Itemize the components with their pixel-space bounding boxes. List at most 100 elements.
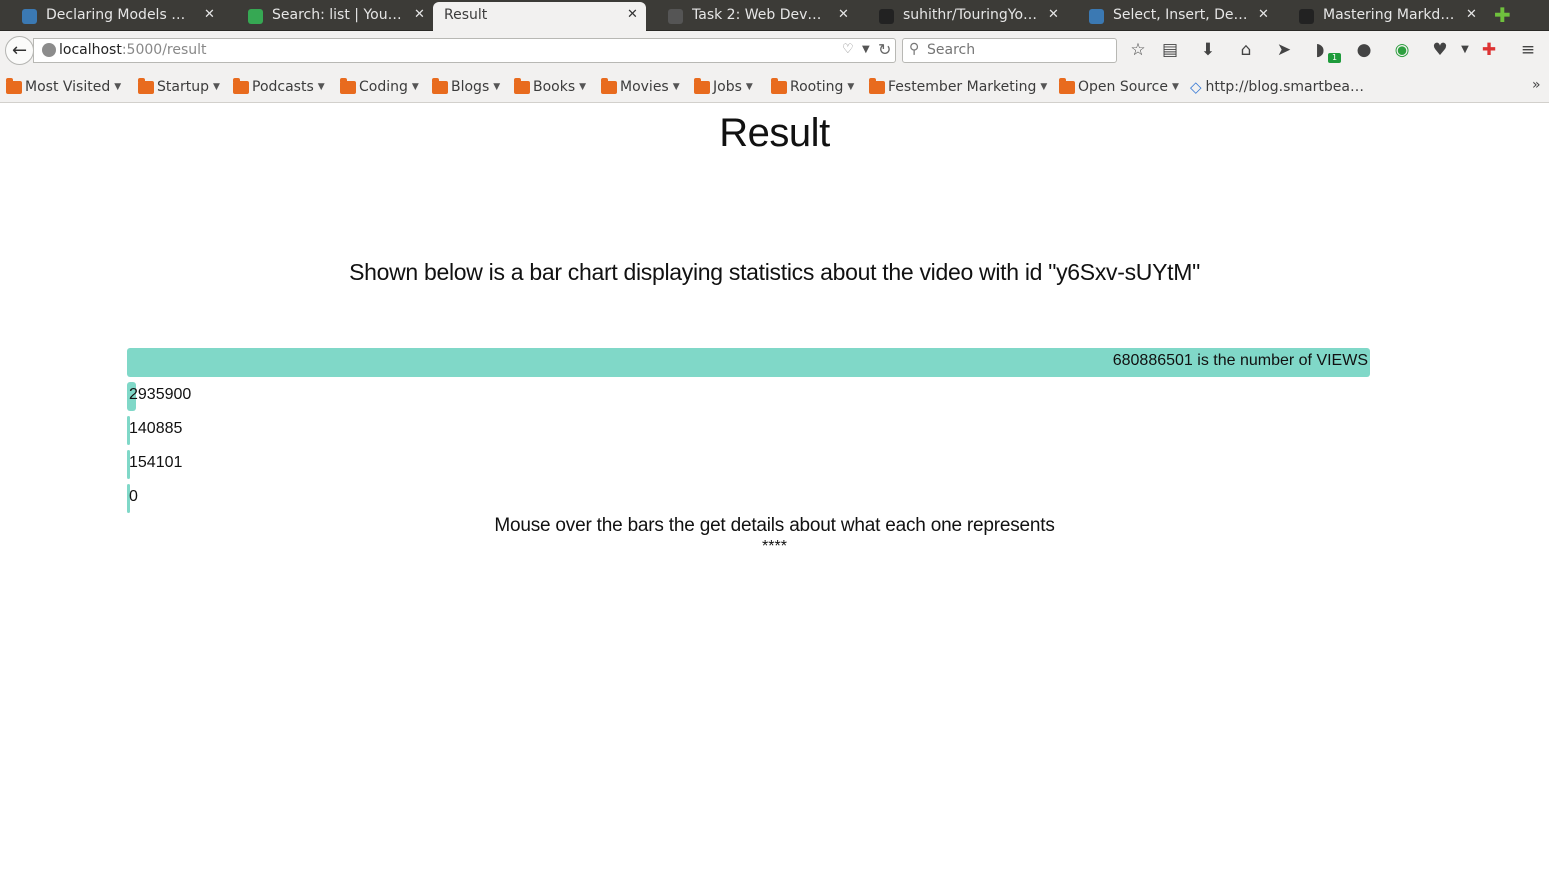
menu-icon[interactable]: ≡: [1518, 40, 1538, 60]
pocket-icon[interactable]: ♥: [1430, 40, 1450, 60]
folder-icon: [138, 77, 154, 94]
bookmark-5[interactable]: Blogs ▼: [432, 77, 500, 96]
tab-favicon-icon: [22, 9, 37, 24]
star-icon[interactable]: ☆: [1128, 40, 1148, 60]
bookmark-label: Startup: [157, 79, 209, 95]
url-path: :5000/result: [121, 42, 207, 58]
tab-strip: Declaring Models —… ✕ Search: list | YouT……: [0, 0, 1549, 31]
bookmark-label: Movies: [620, 79, 669, 95]
bookmark-label: http://blog.smartbea…: [1205, 79, 1364, 95]
bar-value-label: 154101: [129, 454, 183, 471]
download-icon[interactable]: ⬇: [1198, 40, 1218, 60]
bookmark-12[interactable]: ◇ http://blog.smartbea…: [1190, 78, 1364, 96]
tab-2[interactable]: Search: list | YouT… ✕: [226, 2, 433, 31]
stars-text: ****: [762, 538, 787, 555]
bookmark-label: Podcasts: [252, 79, 314, 95]
tab-favicon-icon: [879, 9, 894, 24]
tab-favicon-icon: [668, 9, 683, 24]
bookmark-3[interactable]: Podcasts ▼: [233, 77, 325, 96]
folder-icon: [869, 77, 885, 94]
tab-1[interactable]: Declaring Models —… ✕: [0, 2, 223, 31]
folder-icon: [1059, 77, 1075, 94]
bookmark-label: Blogs: [451, 79, 490, 95]
folder-icon: [771, 77, 787, 94]
chevron-down-icon: ▼: [1040, 82, 1048, 92]
chevron-down-icon: ▼: [317, 82, 325, 92]
page-subtitle: Shown below is a bar chart displaying st…: [349, 259, 1200, 285]
bookmark-label: Coding: [359, 79, 408, 95]
tab-7[interactable]: Mastering Markdow… ✕: [1277, 2, 1485, 31]
back-button[interactable]: ←: [5, 36, 34, 65]
bar-value-label: 2935900: [129, 386, 192, 403]
tab-label: Declaring Models —…: [46, 7, 195, 23]
bookmarks-toolbar: Most Visited ▼ Startup ▼ Podcasts ▼ Coding ▼ Blo…: [0, 69, 1549, 103]
bookmark-4[interactable]: Coding ▼: [340, 77, 419, 96]
tab-label: Search: list | YouT…: [272, 7, 405, 23]
bookmark-label: Festember Marketing: [888, 79, 1037, 95]
addon-icon[interactable]: ✚: [1479, 40, 1499, 60]
chevron-down-icon: ▼: [1171, 82, 1179, 92]
folder-icon: [6, 77, 22, 94]
bookmark-label: Jobs: [713, 79, 742, 95]
folder-icon: [694, 77, 710, 94]
tab-close-icon[interactable]: ✕: [204, 7, 215, 22]
tab-close-icon[interactable]: ✕: [627, 7, 638, 22]
search-input[interactable]: [927, 42, 1107, 58]
bookmark-label: Most Visited: [25, 79, 111, 95]
search-box[interactable]: ⚲: [902, 38, 1117, 63]
bookmark-10[interactable]: Festember Marketing ▼: [869, 77, 1048, 96]
tab-4[interactable]: Task 2: Web Develo… ✕: [646, 2, 857, 31]
tab-favicon-icon: [1299, 9, 1314, 24]
navigation-toolbar: ← localhost:5000/result ♡ ▼ ↻ ⚲ ☆ ▤ ⬇ ⌂ …: [0, 31, 1549, 69]
bookmark-6[interactable]: Books ▼: [514, 77, 587, 96]
folder-icon: [432, 77, 448, 94]
new-tab-icon[interactable]: ✚: [1494, 5, 1511, 25]
tab-label: suhithr/TouringYout…: [903, 7, 1039, 23]
url-text: localhost:5000/result: [59, 42, 207, 58]
page-title: Result: [719, 111, 830, 155]
hover-instructions: Mouse over the bars the get details abou…: [494, 515, 1055, 536]
extension-icon[interactable]: ◗: [1310, 40, 1330, 60]
chevron-down-icon: ▼: [745, 82, 753, 92]
tab-3[interactable]: Result ✕: [433, 2, 646, 31]
tab-close-icon[interactable]: ✕: [1258, 7, 1269, 22]
tab-close-icon[interactable]: ✕: [838, 7, 849, 22]
pocket-menu-chevron-icon[interactable]: ▼: [1455, 40, 1475, 60]
home-icon[interactable]: ⌂: [1236, 40, 1256, 60]
tab-6[interactable]: Select, Insert, Delet… ✕: [1067, 2, 1277, 31]
bookmark-11[interactable]: Open Source ▼: [1059, 77, 1179, 96]
bookmarks-overflow-icon[interactable]: »: [1532, 77, 1541, 93]
tab-label: Mastering Markdow…: [1323, 7, 1457, 23]
tab-favicon-icon: [248, 9, 263, 24]
bookmark-label: Books: [533, 79, 576, 95]
reload-icon[interactable]: ↻: [878, 40, 891, 59]
send-icon[interactable]: ➤: [1274, 40, 1294, 60]
reading-list-icon[interactable]: ▤: [1160, 40, 1180, 60]
tab-label: Result: [444, 7, 488, 23]
url-bar[interactable]: localhost:5000/result ♡ ▼ ↻: [33, 38, 896, 63]
bookmark-2[interactable]: Startup ▼: [138, 77, 220, 96]
tab-close-icon[interactable]: ✕: [1466, 7, 1477, 22]
bookmark-1[interactable]: Most Visited ▼: [6, 77, 121, 96]
pocket-small-icon[interactable]: ♡: [842, 42, 854, 57]
bookmark-8[interactable]: Jobs ▼: [694, 77, 753, 96]
chat-icon[interactable]: ●: [1354, 40, 1374, 60]
bookmark-9[interactable]: Rooting ▼: [771, 77, 854, 96]
folder-icon: [233, 77, 249, 94]
search-icon: ⚲: [909, 41, 920, 57]
back-arrow-icon: ←: [11, 40, 28, 61]
bar-value-label: 680886501 is the number of VIEWS: [1112, 352, 1368, 369]
link-icon: ◇: [1190, 78, 1202, 96]
bookmark-7[interactable]: Movies ▼: [601, 77, 680, 96]
tab-close-icon[interactable]: ✕: [414, 7, 425, 22]
tab-5[interactable]: suhithr/TouringYout… ✕: [857, 2, 1067, 31]
pushbullet-icon[interactable]: ◉: [1392, 40, 1412, 60]
tab-close-icon[interactable]: ✕: [1048, 7, 1059, 22]
chevron-down-icon[interactable]: ▼: [862, 44, 870, 55]
bar-value-label: 0: [129, 488, 138, 505]
tab-favicon-icon: [1089, 9, 1104, 24]
tab-label: Select, Insert, Delet…: [1113, 7, 1249, 23]
bar-chart: 680886501 is the number of VIEWS 2935900 1…: [127, 348, 1370, 513]
chevron-down-icon: ▼: [579, 82, 587, 92]
url-host: localhost: [59, 42, 122, 58]
